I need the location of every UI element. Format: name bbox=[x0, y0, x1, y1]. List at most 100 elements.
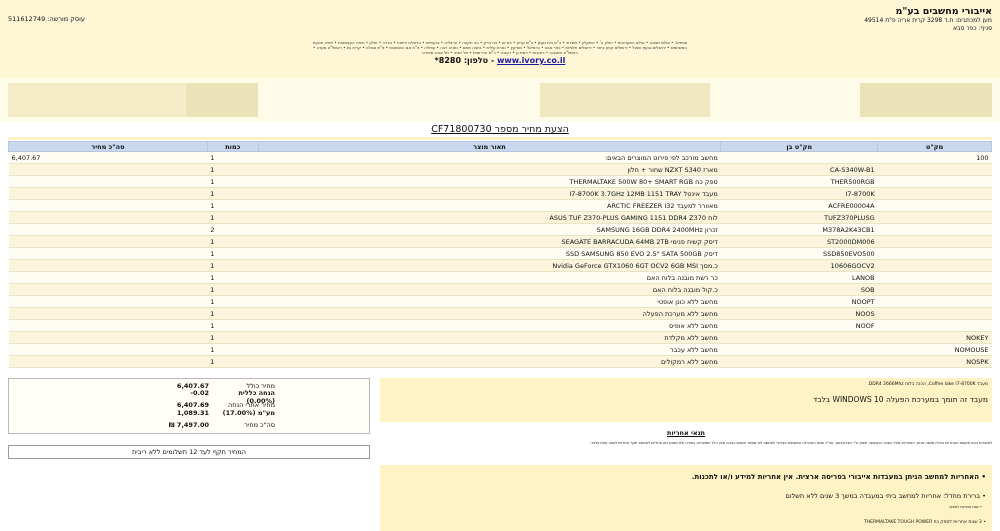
cell-qty: 1 bbox=[207, 187, 259, 200]
totals-box: מחיר כולל 6,407.67 הנחה כללית (0.00%) -0… bbox=[8, 378, 370, 434]
cell-item bbox=[877, 247, 992, 260]
note-line-1: מעבד Coffee lake I7-8700K, הכנה בלוח DDR… bbox=[867, 382, 988, 387]
cell-total bbox=[8, 307, 208, 320]
warranty-box: • האחריות למחשב הניתן במעבדות אייבורי בפ… bbox=[380, 465, 992, 531]
total-row: סה"כ מחיר ₪ 7,497.00 bbox=[9, 421, 369, 429]
table-row: 100 מחשב מורכב לפי פירוט המוצרים הבאים: 1 6… bbox=[8, 151, 992, 164]
cell-item bbox=[877, 271, 992, 284]
cell-qty: 1 bbox=[207, 271, 259, 284]
warranty-title: תנאי אחריות bbox=[667, 429, 705, 437]
header-strip bbox=[0, 78, 1000, 122]
col-item: מק"ט bbox=[877, 141, 992, 152]
warranty-text: למוצרים בהם תקופת האחריות גדולה משנה אחת… bbox=[589, 441, 992, 445]
cell-total bbox=[8, 319, 208, 332]
cell-total bbox=[8, 283, 208, 296]
table-header-row: מק"ט מק"ט בן תאור מוצר כמות סה"כ מחיר bbox=[8, 141, 992, 152]
table-row: I7-8700K מעבד אינטל I7-8700K 3.7GHz 12MB … bbox=[8, 187, 992, 200]
table-row: NOOF מחשב ללא אופיס 1 bbox=[8, 319, 992, 332]
cell-desc: לוח ASUS TUF Z370-PLUS GAMING 1151 DDR4 … bbox=[258, 211, 721, 224]
cell-qty: 1 bbox=[207, 199, 259, 212]
cell-total: 6,407.67 bbox=[8, 151, 208, 164]
table-row: NOSPK מחשב ללא רמקולים 1 bbox=[8, 355, 992, 368]
total-row: מחיר אחרי הנחה 6,407.69 bbox=[9, 401, 369, 409]
cell-desc: מחשב ללא רמקולים bbox=[258, 355, 721, 368]
table-row: M378A2K43CB1 זכרון SAMSUNG 16GB DDR4 2400… bbox=[8, 223, 992, 236]
cell-model: ST2000DM006 bbox=[720, 235, 878, 248]
cell-item bbox=[877, 163, 992, 176]
cell-desc: דיסק SSD SAMSUNG 850 EVO 2.5" SATA 500GB bbox=[258, 247, 721, 260]
table-row: THER500RGB ספק כח THERMALTAKE 500W 80+ SM… bbox=[8, 175, 992, 188]
cell-total bbox=[8, 259, 208, 272]
cell-model bbox=[720, 151, 878, 164]
cell-model: NOOPT bbox=[720, 295, 878, 308]
license-number: עוסק מורשה: 511612749 bbox=[8, 15, 85, 23]
table-row: NOOPT מחשב ללא כונן אופטי 1 bbox=[8, 295, 992, 308]
notes-box: מעבד Coffee lake I7-8700K, הכנה בלוח DDR… bbox=[380, 378, 992, 422]
cell-model: ACFRE00004A bbox=[720, 199, 878, 212]
cell-qty: 1 bbox=[207, 259, 259, 272]
cell-item bbox=[877, 211, 992, 224]
cell-desc: דיסק קשיח פנימי SEAGATE BARRACUDA 64MB 2… bbox=[258, 235, 721, 248]
cell-total bbox=[8, 271, 208, 284]
strip-block bbox=[540, 83, 710, 117]
cell-desc: מחשב ללא מקלדת bbox=[258, 331, 721, 344]
cell-model: LANOB bbox=[720, 271, 878, 284]
table-row: SOB כ.קול מובנה בלוח האם 1 bbox=[8, 283, 992, 296]
table-row: TUFZ370PLUSG לוח ASUS TUF Z370-PLUS GAMIN… bbox=[8, 211, 992, 224]
strip-block bbox=[8, 83, 186, 117]
quote-title: הצעת מחיר מספר CF71800730 bbox=[431, 124, 569, 135]
cell-qty: 1 bbox=[207, 235, 259, 248]
col-desc: תאור מוצר bbox=[257, 141, 722, 152]
col-total: סה"כ מחיר bbox=[8, 141, 208, 152]
cell-qty: 1 bbox=[207, 163, 259, 176]
table-row: NOOS מחשב ללא מערכת הפעלה 1 bbox=[8, 307, 992, 320]
table-row: LANOB כר רשת מובנה בלוח האם 1 bbox=[8, 271, 992, 284]
warranty-line-2: • ברירת מחדל: אחריות למחשב ביתי במעבדה ב… bbox=[785, 492, 986, 500]
cell-qty: 1 bbox=[207, 247, 259, 260]
payment-note: המחיר תקף לעד 12 תשלומים ללא ריבית bbox=[8, 445, 370, 459]
company-info: אייבורי מחשבים בע"מ מען למכתבים: ת.ד 329… bbox=[864, 6, 992, 33]
after-value: 6,407.69 bbox=[176, 401, 209, 409]
table-row: SSD850EVO500 דיסק SSD SAMSUNG 850 EVO 2.5… bbox=[8, 247, 992, 260]
col-model: מק"ט בן bbox=[720, 141, 879, 152]
cell-desc: כ.קול מובנה בלוח האם bbox=[258, 283, 721, 296]
items-table: מק"ט מק"ט בן תאור מוצר כמות סה"כ מחיר 10… bbox=[8, 141, 992, 368]
cell-desc: מארז NZXT S340 שחור + חלון bbox=[258, 163, 721, 176]
warranty-line-1: • האחריות למחשב הניתן במעבדות אייבורי בפ… bbox=[691, 473, 986, 481]
cell-model: NOOF bbox=[720, 319, 878, 332]
website-link[interactable]: www.ivory.co.il bbox=[497, 56, 565, 65]
cell-total bbox=[8, 199, 208, 212]
table-row: ACFRE00004A מאוורר למעבד ARCTIC FREEZER I… bbox=[8, 199, 992, 212]
cell-item bbox=[877, 259, 992, 272]
cell-model: M378A2K43CB1 bbox=[720, 223, 878, 236]
website-line: www.ivory.co.il - טלפון: 8280* bbox=[434, 56, 566, 65]
after-label: מחיר אחרי הנחה bbox=[228, 401, 275, 409]
grand-total-value: ₪ 7,497.00 bbox=[168, 421, 209, 429]
cell-desc: כר רשת מובנה בלוח האם bbox=[258, 271, 721, 284]
company-branch: סניף: כפר סבא bbox=[953, 25, 992, 32]
cell-total bbox=[8, 235, 208, 248]
cell-model: 10606GOCV2 bbox=[720, 259, 878, 272]
cell-total bbox=[8, 211, 208, 224]
company-name: אייבורי מחשבים בע"מ bbox=[895, 6, 992, 17]
company-address: מען למכתבים: ת.ד 3298 קרית אריה פ"ת 4951… bbox=[864, 17, 992, 24]
cell-qty: 1 bbox=[207, 283, 259, 296]
cell-total bbox=[8, 163, 208, 176]
cell-model bbox=[720, 343, 878, 356]
cell-desc: מחשב ללא אופיס bbox=[258, 319, 721, 332]
cell-item bbox=[877, 319, 992, 332]
cell-desc: מחשב מורכב לפי פירוט המוצרים הבאים: bbox=[258, 151, 721, 164]
cell-model: CA-S340W-B1 bbox=[720, 163, 878, 176]
vat-value: 1,089.31 bbox=[176, 409, 209, 417]
cell-model bbox=[720, 355, 878, 368]
cell-desc: מאוורר למעבד ARCTIC FREEZER I32 bbox=[258, 199, 721, 212]
cell-qty: 1 bbox=[207, 175, 259, 188]
warranty-line-4: • 3 שנות אחריות לספק כח THERMALTAKE TOUG… bbox=[864, 520, 986, 525]
cell-total bbox=[8, 331, 208, 344]
cell-qty: 1 bbox=[207, 295, 259, 308]
cell-qty: 1 bbox=[207, 319, 259, 332]
cell-total bbox=[8, 187, 208, 200]
table-row: ST2000DM006 דיסק קשיח פנימי SEAGATE BARRA… bbox=[8, 235, 992, 248]
cell-item bbox=[877, 199, 992, 212]
cell-desc: ספק כח THERMALTAKE 500W 80+ SMART RGB bbox=[258, 175, 721, 188]
